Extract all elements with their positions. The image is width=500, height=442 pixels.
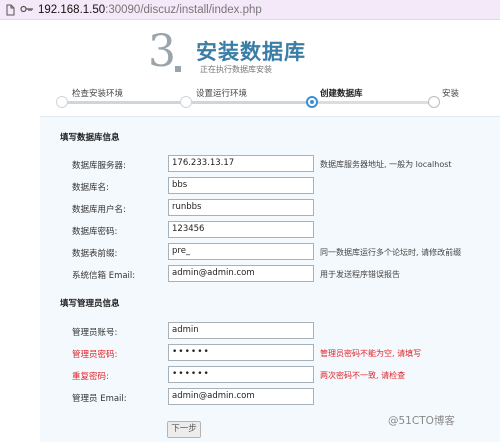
admin-account-label: 管理员账号: <box>72 328 118 338</box>
db-host-input[interactable]: 176.233.13.17 <box>168 155 314 172</box>
page-info-icon[interactable] <box>4 4 16 16</box>
system-email-label: 系统信箱 Email: <box>72 271 136 281</box>
step-dot <box>175 66 181 72</box>
step-circle-1 <box>56 96 68 108</box>
db-host-label: 数据库服务器: <box>72 161 126 171</box>
url-path: :30090/discuz/install/index.php <box>105 3 262 16</box>
db-password-label: 数据库密码: <box>72 227 118 237</box>
step-label-1: 检查安装环境 <box>72 89 124 99</box>
db-section-title: 填写数据库信息 <box>60 133 120 143</box>
step-line-3 <box>312 101 434 104</box>
db-name-input[interactable]: bbs <box>168 177 314 194</box>
db-prefix-label: 数据表前缀: <box>72 249 118 259</box>
next-button[interactable]: 下一步 <box>167 421 201 438</box>
system-email-hint: 用于发送程序错误报告 <box>320 270 400 279</box>
admin-account-input[interactable]: admin <box>168 322 314 339</box>
db-prefix-input[interactable]: pre_ <box>168 243 314 260</box>
progress-steps: 检查安装环境 设置运行环境 创建数据库 安装 <box>0 84 500 114</box>
step-number: 3 <box>148 26 176 77</box>
repeat-password-label: 重复密码: <box>72 372 109 382</box>
url-text[interactable]: 192.168.1.50:30090/discuz/install/index.… <box>38 4 262 16</box>
step-line-1 <box>62 101 186 104</box>
db-name-label: 数据库名: <box>72 183 109 193</box>
repeat-password-input[interactable]: •••••• <box>168 366 314 383</box>
admin-password-label: 管理员密码: <box>72 350 118 360</box>
admin-password-error: 管理员密码不能为空, 请填写 <box>320 349 422 358</box>
system-email-input[interactable]: admin@admin.com <box>168 265 314 282</box>
page-subtitle: 正在执行数据库安装 <box>200 65 272 74</box>
admin-email-input[interactable]: admin@admin.com <box>168 388 314 405</box>
watermark: @51CTO博客 <box>388 415 455 427</box>
db-host-hint: 数据库服务器地址, 一般为 localhost <box>320 160 452 169</box>
db-prefix-hint: 同一数据库运行多个论坛时, 请修改前缀 <box>320 248 462 257</box>
step-label-4: 安装 <box>442 89 460 99</box>
step-label-3: 创建数据库 <box>320 89 363 99</box>
step-circle-4 <box>428 96 440 108</box>
repeat-password-error: 两次密码不一致, 请检查 <box>320 371 406 380</box>
admin-password-input[interactable]: •••••• <box>168 344 314 361</box>
admin-section-title: 填写管理员信息 <box>60 299 120 309</box>
db-user-label: 数据库用户名: <box>72 205 126 215</box>
url-host: 192.168.1.50 <box>38 3 106 16</box>
page-title: 安装数据库 <box>196 40 306 64</box>
step-circle-2 <box>180 96 192 108</box>
step-circle-3 <box>306 96 318 108</box>
step-label-2: 设置运行环境 <box>196 89 248 99</box>
db-user-input[interactable]: runbbs <box>168 199 314 216</box>
key-icon[interactable] <box>20 4 33 16</box>
step-line-2 <box>186 101 312 104</box>
admin-email-label: 管理员 Email: <box>72 394 127 404</box>
address-bar[interactable]: 192.168.1.50:30090/discuz/install/index.… <box>0 0 500 20</box>
db-password-input[interactable]: 123456 <box>168 221 314 238</box>
